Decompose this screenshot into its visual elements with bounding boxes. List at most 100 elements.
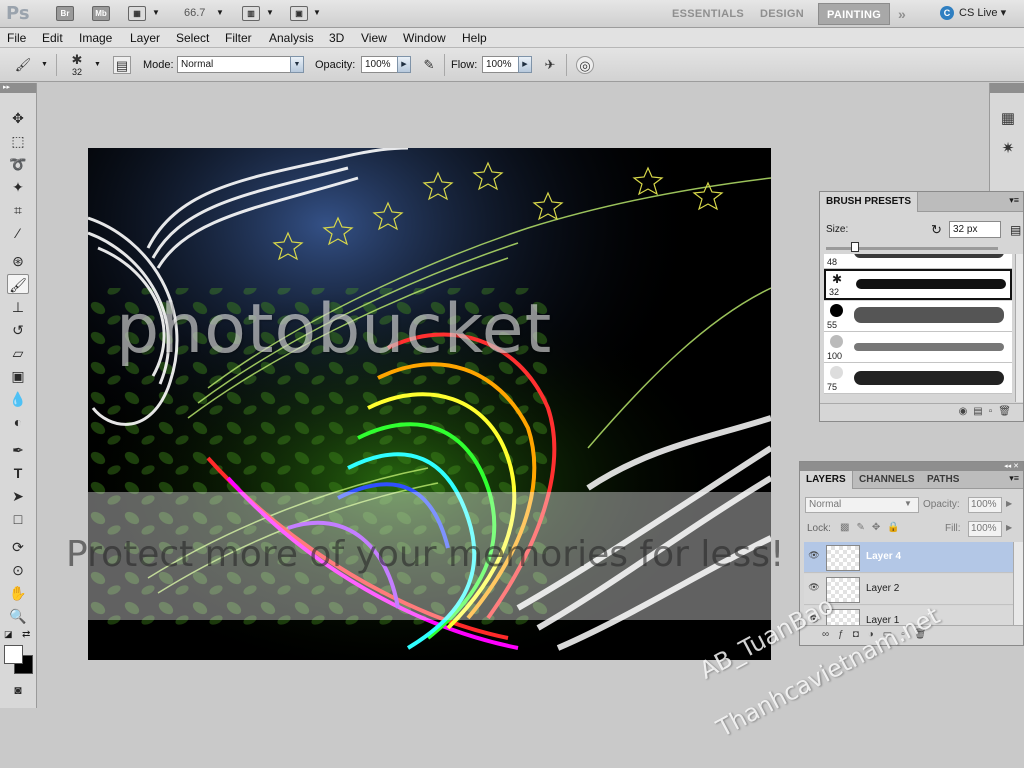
- pen-tool-icon[interactable]: ✒: [7, 440, 29, 460]
- layer-style-icon[interactable]: ƒ: [838, 629, 853, 640]
- brush-size-field[interactable]: 32 px: [949, 221, 1001, 238]
- panel-menu-icon[interactable]: ▾≡: [1009, 195, 1019, 206]
- eraser-tool-icon[interactable]: ▱: [7, 343, 29, 363]
- brush-preset-item[interactable]: 100: [824, 332, 1012, 363]
- menu-edit[interactable]: Edit: [42, 31, 63, 45]
- tab-channels[interactable]: CHANNELS: [853, 471, 921, 489]
- menu-analysis[interactable]: Analysis: [269, 31, 314, 45]
- lasso-tool-icon[interactable]: ➰: [7, 154, 29, 174]
- brush-preset-item[interactable]: 48: [824, 254, 1012, 269]
- crop-tool-icon[interactable]: ⌗: [7, 200, 29, 220]
- menu-help[interactable]: Help: [462, 31, 487, 45]
- brush-panel-icon[interactable]: ▤: [973, 406, 988, 417]
- opacity-slider-arrow-icon[interactable]: ▶: [397, 56, 411, 73]
- mode-select[interactable]: Normal: [177, 56, 304, 73]
- airbrush-icon[interactable]: ✈: [541, 56, 559, 74]
- fill-field[interactable]: 100%: [968, 521, 1002, 537]
- move-tool-icon[interactable]: ✥: [7, 108, 29, 128]
- layer-opacity-field[interactable]: 100%: [968, 497, 1002, 513]
- brush-preset-item[interactable]: 75: [824, 363, 1012, 394]
- layers-panel-menu-icon[interactable]: ▾≡: [1009, 473, 1019, 484]
- marquee-tool-icon[interactable]: ⬚: [7, 131, 29, 151]
- tab-layers[interactable]: LAYERS: [800, 471, 853, 489]
- brush-picker-dropdown-icon[interactable]: ▼: [94, 61, 101, 68]
- arrange-dropdown-icon[interactable]: ▼: [266, 8, 274, 17]
- layers-panel-collapse-icon[interactable]: ◂◂ ✕: [800, 462, 1023, 471]
- pressure-opacity-icon[interactable]: ✎: [420, 56, 438, 74]
- swap-colors-icon[interactable]: ⇄: [22, 629, 30, 640]
- link-layers-icon[interactable]: ∞: [822, 629, 838, 640]
- create-preset-icon[interactable]: ▤: [1010, 223, 1021, 237]
- swatches-panel-icon[interactable]: ▦: [998, 109, 1018, 129]
- opacity-field[interactable]: 100%: [361, 56, 401, 73]
- blend-mode-dropdown-icon[interactable]: ▼: [904, 499, 912, 508]
- 3d-rotate-tool-icon[interactable]: ⟳: [7, 537, 29, 557]
- toggle-preview-icon[interactable]: ◉: [959, 406, 974, 417]
- layer-row[interactable]: 👁 Layer 4: [804, 542, 1018, 573]
- zoom-dropdown-icon[interactable]: ▼: [216, 8, 224, 17]
- delete-preset-icon[interactable]: 🗑: [998, 406, 1017, 417]
- launch-bridge-button[interactable]: Br: [56, 6, 74, 21]
- layer-row[interactable]: 👁 Layer 2: [804, 574, 1018, 605]
- flow-field[interactable]: 100%: [482, 56, 522, 73]
- workspace-essentials[interactable]: ESSENTIALS: [664, 3, 752, 25]
- tools-panel-collapse-icon[interactable]: ▸▸: [0, 83, 36, 93]
- flow-slider-arrow-icon[interactable]: ▶: [518, 56, 532, 73]
- screen-mode-button[interactable]: ▣: [290, 6, 308, 21]
- clone-stamp-tool-icon[interactable]: ⊥: [7, 297, 29, 317]
- workspace-overflow-icon[interactable]: »: [890, 3, 914, 25]
- cs-live-button[interactable]: C CS Live ▾: [940, 6, 1006, 20]
- menu-select[interactable]: Select: [176, 31, 209, 45]
- hand-tool-icon[interactable]: ✋: [7, 583, 29, 603]
- layer-opacity-arrow-icon[interactable]: ▶: [1006, 499, 1012, 508]
- launch-mini-bridge-button[interactable]: Mb: [92, 6, 110, 21]
- workspace-painting[interactable]: PAINTING: [818, 3, 891, 25]
- rectangle-tool-icon[interactable]: □: [7, 509, 29, 529]
- menu-layer[interactable]: Layer: [130, 31, 160, 45]
- brush-presets-scrollbar[interactable]: [1015, 254, 1023, 402]
- navigator-panel-icon[interactable]: ✷: [998, 139, 1018, 159]
- foreground-color-swatch[interactable]: [4, 645, 23, 664]
- layers-scrollbar[interactable]: [1013, 542, 1023, 626]
- screen-mode-dropdown-icon[interactable]: ▼: [313, 8, 321, 17]
- view-extras-button[interactable]: ▦: [128, 6, 146, 21]
- blur-tool-icon[interactable]: 💧: [7, 389, 29, 409]
- menu-image[interactable]: Image: [79, 31, 112, 45]
- new-preset-icon[interactable]: ▫: [989, 406, 999, 417]
- workspace-design[interactable]: DESIGN: [752, 3, 812, 25]
- view-extras-dropdown-icon[interactable]: ▼: [152, 8, 160, 17]
- toggle-brush-panel-icon[interactable]: ▤: [113, 56, 131, 74]
- menu-window[interactable]: Window: [403, 31, 446, 45]
- eyedropper-tool-icon[interactable]: ⁄: [7, 223, 29, 243]
- layer-visibility-eye-icon[interactable]: 👁: [806, 550, 822, 564]
- zoom-level[interactable]: 66.7: [184, 7, 205, 19]
- arrange-documents-button[interactable]: ▥: [242, 6, 260, 21]
- tool-preset-dropdown-icon[interactable]: ▼: [41, 61, 48, 68]
- reset-size-icon[interactable]: ↻: [931, 222, 942, 238]
- history-brush-tool-icon[interactable]: ↺: [7, 320, 29, 340]
- brush-tool-icon[interactable]: 🖌: [7, 274, 29, 294]
- menu-3d[interactable]: 3D: [329, 31, 344, 45]
- lock-transparent-icon[interactable]: ▩: [840, 522, 856, 533]
- tab-brush-presets[interactable]: BRUSH PRESETS: [820, 192, 919, 212]
- type-tool-icon[interactable]: T: [7, 463, 29, 483]
- gradient-tool-icon[interactable]: ▣: [7, 366, 29, 386]
- brush-size-slider-thumb[interactable]: [851, 242, 859, 252]
- dodge-tool-icon[interactable]: ◐: [7, 412, 29, 432]
- quick-selection-tool-icon[interactable]: ✦: [7, 177, 29, 197]
- zoom-tool-icon[interactable]: 🔍: [7, 606, 29, 626]
- dock-collapse-icon[interactable]: [990, 83, 1024, 93]
- mode-dropdown-icon[interactable]: ▼: [290, 56, 304, 73]
- brush-preset-item[interactable]: 55: [824, 301, 1012, 332]
- quick-mask-icon[interactable]: ◙: [7, 680, 29, 700]
- brush-tool-preset-icon[interactable]: 🖌: [14, 56, 32, 74]
- menu-filter[interactable]: Filter: [225, 31, 252, 45]
- default-colors-icon[interactable]: ◪: [4, 629, 13, 640]
- brush-preset-item[interactable]: ✱ 32: [824, 269, 1012, 300]
- pressure-size-icon[interactable]: ◎: [576, 56, 594, 74]
- tab-paths[interactable]: PATHS: [921, 471, 965, 489]
- spot-healing-tool-icon[interactable]: ⊛: [7, 251, 29, 271]
- fill-arrow-icon[interactable]: ▶: [1006, 523, 1012, 532]
- menu-file[interactable]: File: [7, 31, 26, 45]
- 3d-orbit-tool-icon[interactable]: ⊙: [7, 560, 29, 580]
